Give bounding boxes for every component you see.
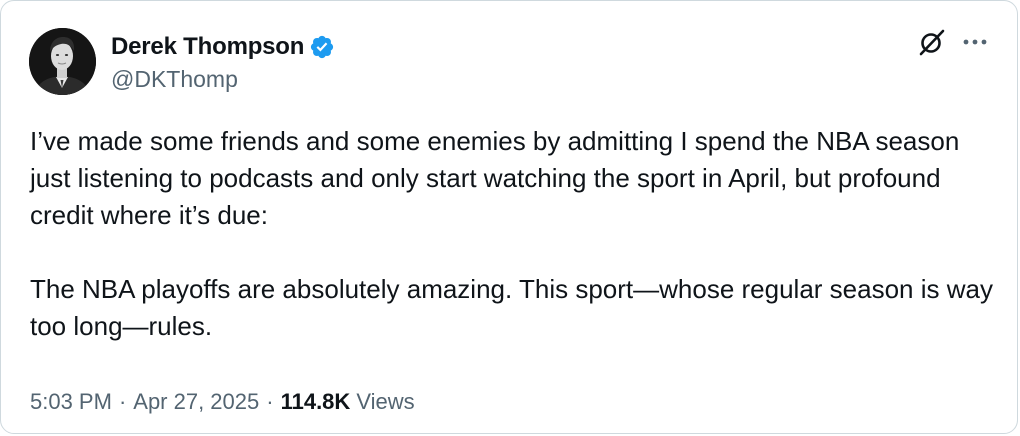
- author-display-name[interactable]: Derek Thompson: [111, 33, 304, 61]
- name-row: Derek Thompson: [111, 30, 335, 64]
- tweet-card[interactable]: Derek Thompson @DKThomp I’ve made some f…: [0, 0, 1018, 434]
- grok-icon[interactable]: [917, 27, 947, 57]
- tweet-paragraph: I’ve made some friends and some enemies …: [30, 126, 960, 230]
- tweet-metadata: 5:03 PM · Apr 27, 2025 · 114.8K Views: [30, 389, 415, 415]
- profile-photo: [29, 27, 96, 95]
- meta-separator: ·: [266, 389, 274, 414]
- verified-badge-icon[interactable]: [309, 34, 335, 60]
- meta-separator: ·: [118, 389, 127, 414]
- author-handle[interactable]: @DKThomp: [111, 66, 335, 93]
- tweet-text: I’ve made some friends and some enemies …: [30, 123, 1000, 345]
- more-options-icon[interactable]: [961, 37, 989, 47]
- tweet-header: Derek Thompson @DKThomp: [29, 27, 335, 95]
- tweet-date[interactable]: Apr 27, 2025: [133, 389, 259, 415]
- author-names: Derek Thompson @DKThomp: [111, 30, 335, 93]
- views-count[interactable]: 114.8K: [281, 389, 351, 415]
- tweet-paragraph: The NBA playoffs are absolutely amazing.…: [30, 274, 993, 341]
- views-label[interactable]: Views: [356, 389, 414, 415]
- avatar[interactable]: [29, 27, 96, 95]
- tweet-time[interactable]: 5:03 PM: [30, 389, 112, 415]
- tweet-top-actions: [917, 27, 989, 57]
